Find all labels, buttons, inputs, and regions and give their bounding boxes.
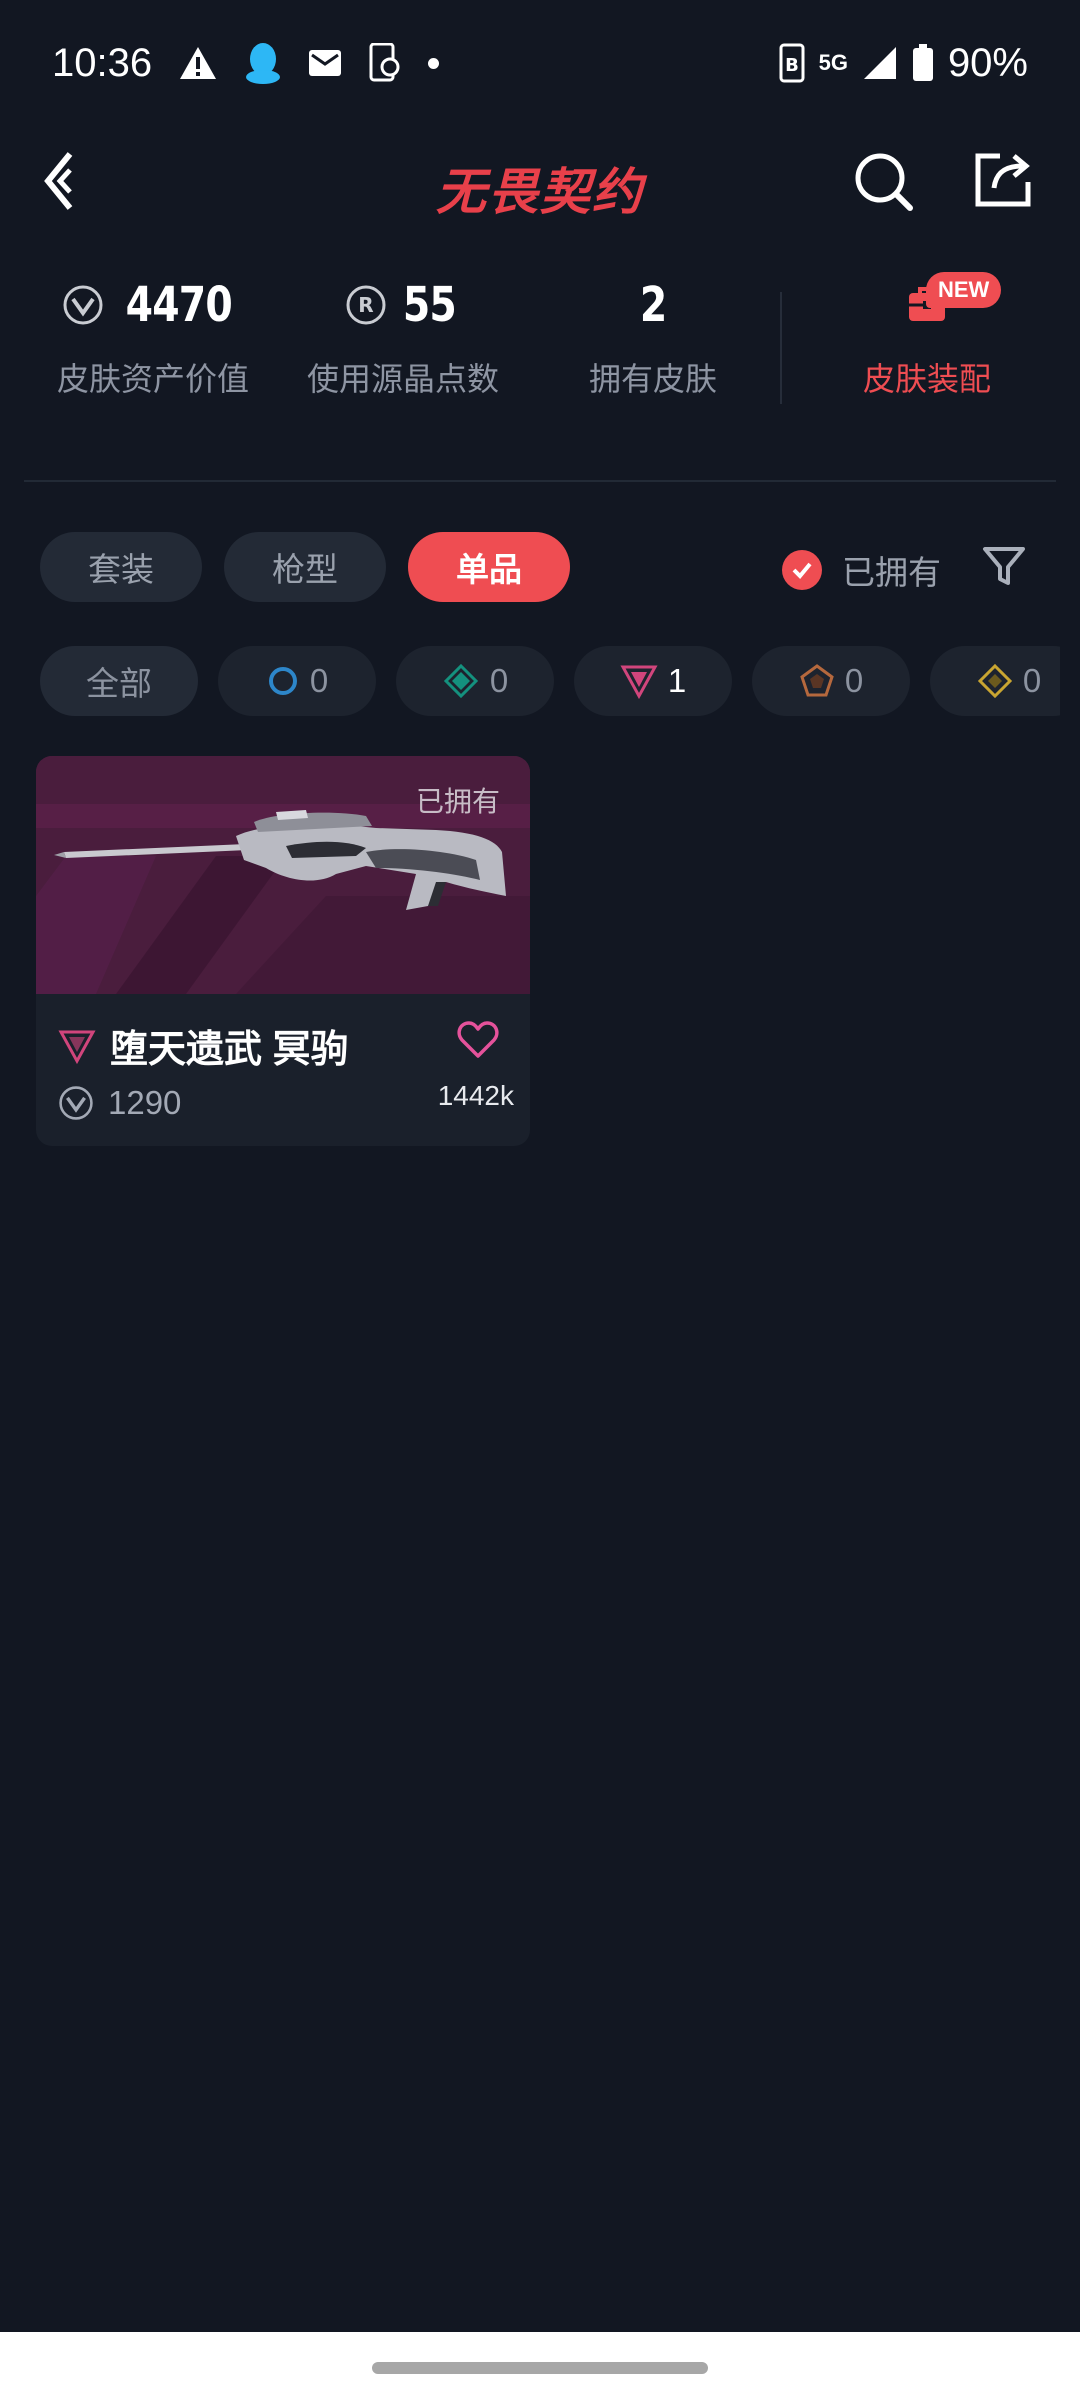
header: 无畏契约 [0, 126, 1080, 236]
home-gesture-handle[interactable] [372, 2362, 708, 2374]
svg-text:R: R [358, 293, 373, 317]
share-button[interactable] [972, 148, 1034, 210]
status-bar: 10:36 B 5G 90% [0, 0, 1080, 126]
rarity-chip-deluxe-count: 0 [489, 662, 509, 699]
search-icon [855, 153, 913, 211]
ultra-tier-icon [977, 663, 1012, 699]
rarity-chip-ultra[interactable]: 0 [930, 646, 1060, 716]
stat-owned-skins[interactable]: 2 拥有皮肤 [528, 270, 778, 400]
owned-skins-label: 拥有皮肤 [588, 361, 717, 397]
loadout-label: 皮肤装配 [862, 361, 991, 397]
radianite-points-label: 使用源晶点数 [306, 361, 499, 397]
signal-icon [862, 45, 898, 81]
skin-price: 1290 [108, 1084, 182, 1121]
search-button[interactable] [852, 150, 914, 212]
radianite-points-number: 55 [402, 277, 456, 333]
rarity-chip-ultra-count: 0 [1022, 662, 1042, 699]
rarity-chip-exclusive-count: 0 [844, 662, 864, 699]
new-badge: NEW [926, 272, 1002, 308]
rarity-chip-deluxe[interactable]: 0 [396, 646, 554, 716]
vp-currency-icon [59, 1086, 93, 1120]
owned-filter-label: 已拥有 [842, 554, 941, 591]
skin-card[interactable]: 已拥有 堕天遗武 冥驹 1290 1442k [36, 756, 530, 1146]
tab-sets[interactable]: 套装 [40, 532, 202, 602]
status-time: 10:36 [52, 40, 153, 85]
filter-button[interactable] [980, 542, 1028, 590]
rarity-chip-premium-count: 1 [667, 662, 687, 699]
filter-funnel-icon [983, 547, 1025, 585]
qq-penguin-icon [244, 41, 282, 85]
favorite-button[interactable] [456, 1018, 500, 1062]
premium-tier-icon [620, 665, 658, 699]
checkmark-icon [782, 550, 822, 590]
more-notifications-dot-icon [428, 57, 440, 69]
skin-likes: 1442k [437, 1080, 514, 1111]
app-title: 无畏契约 [436, 164, 644, 220]
tab-weapon-type[interactable]: 枪型 [224, 532, 386, 602]
section-divider [24, 480, 1056, 482]
vp-currency-icon [63, 285, 103, 325]
hd-icon: B [779, 43, 805, 83]
system-navigation-bar [0, 2332, 1080, 2400]
premium-tier-icon [58, 1030, 96, 1064]
deluxe-tier-icon [443, 663, 478, 699]
skin-name: 堕天遗武 冥驹 [110, 1029, 349, 1071]
svg-text:B: B [785, 55, 799, 76]
rarity-filter-row: 全部 0 0 1 0 0 [40, 646, 1060, 718]
stat-radianite-points[interactable]: R 55 使用源晶点数 [278, 270, 528, 400]
skin-loadout-button[interactable]: 皮肤装配 NEW [822, 270, 1032, 400]
owned-skins-number: 2 [639, 277, 667, 333]
tab-single-items[interactable]: 单品 [408, 532, 570, 602]
asset-value-number: 4470 [125, 277, 233, 333]
owned-tag: 已拥有 [415, 786, 500, 817]
rarity-chip-select-count: 0 [309, 662, 329, 699]
battery-percent: 90% [947, 40, 1028, 85]
heart-icon [457, 1021, 499, 1058]
network-type: 5G [818, 50, 848, 75]
stat-asset-value[interactable]: 4470 皮肤资产价值 [28, 270, 278, 400]
rarity-chip-select[interactable]: 0 [218, 646, 376, 716]
rarity-chip-exclusive[interactable]: 0 [752, 646, 910, 716]
mail-icon [308, 48, 342, 78]
skin-image: 已拥有 [36, 756, 530, 994]
asset-value-label: 皮肤资产价值 [56, 361, 249, 397]
stats-row: 4470 皮肤资产价值 R 55 使用源晶点数 2 拥有皮肤 皮肤装配 NEW [0, 270, 1080, 420]
owned-filter-toggle[interactable]: 已拥有 [782, 546, 941, 594]
category-tabs: 套装 枪型 单品 [40, 532, 570, 602]
share-icon [975, 153, 1031, 207]
warning-icon [178, 45, 218, 81]
select-tier-icon [268, 667, 297, 695]
battery-icon [912, 44, 934, 82]
radianite-icon: R [346, 285, 386, 325]
stats-divider [780, 292, 782, 404]
exclusive-tier-icon [800, 664, 834, 697]
rarity-chip-premium[interactable]: 1 [574, 646, 732, 716]
rarity-chip-all[interactable]: 全部 [40, 646, 198, 716]
rarity-chip-all-label: 全部 [86, 665, 152, 702]
phone-sync-icon [368, 43, 402, 83]
